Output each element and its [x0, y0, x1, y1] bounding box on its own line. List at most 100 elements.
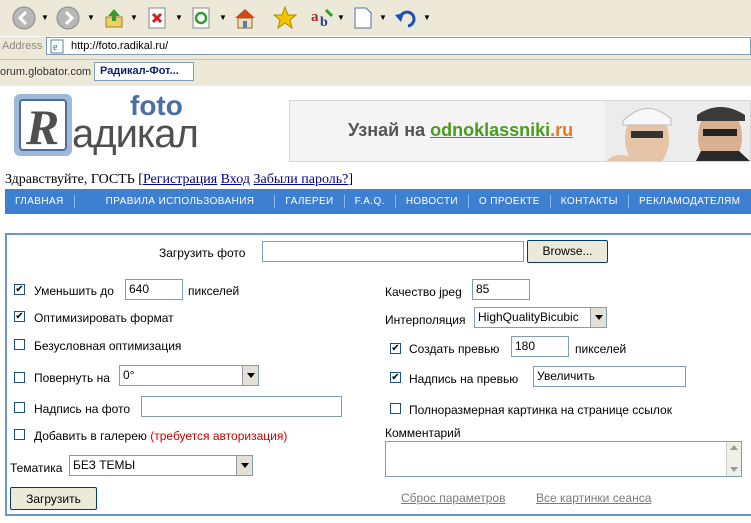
login-link[interactable]: Вход	[221, 172, 250, 187]
submit-upload-button[interactable]: Загрузить	[10, 487, 97, 510]
nav-item-about[interactable]: О ПРОЕКТЕ	[469, 195, 551, 208]
nav-item-home[interactable]: ГЛАВНАЯ	[5, 195, 75, 208]
browse-button[interactable]: Browse...	[527, 240, 608, 263]
preview-caption-label: Надпись на превью	[409, 372, 519, 386]
preview-caption-checkbox[interactable]: ✔	[390, 372, 401, 383]
add-gallery-label: Добавить в галерею (требуется авторизаци…	[34, 429, 287, 443]
undo-button[interactable]	[392, 4, 420, 32]
banner-people-image	[605, 101, 750, 161]
nav-item-contacts[interactable]: КОНТАКТЫ	[551, 195, 629, 208]
caption-input[interactable]	[141, 396, 342, 417]
comment-textarea[interactable]	[385, 441, 742, 477]
address-url[interactable]: http://foto.radikal.ru/	[71, 40, 168, 52]
reduce-label: Уменьшить до	[34, 284, 114, 298]
chevron-down-icon[interactable]	[236, 456, 252, 475]
all-images-link[interactable]: Все картинки сеанса	[536, 491, 651, 505]
forward-arrow-icon	[56, 6, 80, 30]
chevron-down-icon[interactable]: ▼	[130, 13, 138, 22]
reduce-size-input[interactable]: 640	[125, 279, 183, 300]
nav-item-faq[interactable]: F.A.Q.	[345, 195, 396, 208]
site-logo[interactable]: R foto адикал	[12, 90, 208, 162]
add-gallery-checkbox[interactable]	[14, 429, 25, 440]
forgot-password-link[interactable]: Забыли пароль?	[254, 172, 349, 187]
greeting-text: Здравствуйте, ГОСТЬ	[5, 172, 135, 187]
logo-letter: R	[26, 99, 60, 155]
up-folder-button[interactable]	[100, 4, 128, 32]
theme-select[interactable]: БЕЗ ТЕМЫ	[69, 455, 253, 476]
banner-link-a: odnoklassniki	[430, 120, 551, 140]
upload-label: Загрузить фото	[159, 246, 246, 260]
bracket-close: ]	[348, 172, 354, 187]
caption-label: Надпись на фото	[34, 402, 131, 416]
chevron-down-icon[interactable]	[242, 366, 258, 385]
favorites-button[interactable]	[271, 4, 299, 32]
tab-radikal[interactable]: Радикал-Фот...	[94, 62, 194, 81]
rotate-select-value: 0°	[123, 368, 135, 382]
up-arrow-icon	[105, 9, 123, 28]
svg-text:a: a	[311, 9, 319, 25]
jpeg-quality-input[interactable]: 85	[472, 279, 530, 300]
browser-toolbar: ▼ ▼ ▼ ▼ ▼ ab ▼ ▼ ▼	[0, 0, 751, 36]
stop-button[interactable]	[144, 4, 172, 32]
file-path-input[interactable]	[262, 241, 524, 262]
back-arrow-icon	[12, 6, 36, 30]
nav-item-galleries[interactable]: ГАЛЕРЕИ	[275, 195, 345, 208]
preview-checkbox[interactable]: ✔	[390, 343, 401, 354]
chevron-down-icon[interactable]: ▼	[219, 13, 227, 22]
spellcheck-button[interactable]: ab	[309, 4, 337, 32]
ad-banner[interactable]: Узнай на odnoklassniki.ru	[289, 100, 751, 162]
chevron-down-icon[interactable]: ▼	[423, 13, 431, 22]
interpolation-select-value: HighQualityBicubic	[478, 310, 579, 324]
nav-item-news[interactable]: НОВОСТИ	[396, 195, 469, 208]
register-link[interactable]: Регистрация	[143, 172, 217, 187]
unconditional-checkbox[interactable]	[14, 339, 25, 350]
jpeg-quality-label: Качество jpeg	[385, 285, 462, 299]
banner-link[interactable]: odnoklassniki.ru	[430, 120, 573, 140]
rotate-select[interactable]: 0°	[119, 365, 259, 386]
logo-wordmark: адикал	[72, 112, 199, 156]
interpolation-label: Интерполяция	[385, 313, 466, 327]
scroll-up-icon[interactable]	[730, 445, 738, 450]
forward-button[interactable]	[54, 4, 82, 32]
unconditional-label: Безусловная оптимизация	[34, 339, 182, 353]
refresh-icon	[192, 7, 210, 29]
nav-item-advertisers[interactable]: РЕКЛАМОДАТЕЛЯМ	[629, 195, 750, 208]
fullsize-label: Полноразмерная картинка на странице ссыл…	[409, 403, 672, 417]
scroll-down-icon[interactable]	[730, 467, 738, 472]
address-label: Address	[2, 40, 43, 52]
comment-label: Комментарий	[385, 426, 461, 440]
svg-text:b: b	[320, 15, 328, 30]
preview-size-input[interactable]: 180	[511, 336, 569, 357]
theme-label: Тематика	[10, 461, 63, 475]
theme-select-value: БЕЗ ТЕМЫ	[73, 458, 136, 472]
links-bar-text[interactable]: orum.globator.com :	[0, 66, 97, 78]
page-button[interactable]	[350, 4, 376, 32]
back-button[interactable]	[10, 4, 38, 32]
chevron-down-icon[interactable]: ▼	[379, 13, 387, 22]
comment-scrollbar[interactable]	[726, 442, 741, 476]
chevron-down-icon[interactable]: ▼	[337, 13, 345, 22]
interpolation-select[interactable]: HighQualityBicubic	[474, 307, 607, 328]
nav-item-rules[interactable]: ПРАВИЛА ИСПОЛЬЗОВАНИЯ	[75, 195, 276, 208]
spellcheck-icon: ab	[311, 8, 334, 30]
star-icon	[273, 6, 297, 30]
preview-label: Создать превью	[409, 342, 500, 356]
home-button[interactable]	[231, 4, 259, 32]
chevron-down-icon[interactable]: ▼	[41, 13, 49, 22]
preview-caption-input[interactable]: Увеличить	[533, 366, 686, 387]
refresh-button[interactable]	[188, 4, 216, 32]
reset-params-link[interactable]: Сброс параметров	[401, 491, 505, 505]
reduce-checkbox[interactable]: ✔	[14, 284, 25, 295]
fullsize-checkbox[interactable]	[390, 403, 401, 414]
chevron-down-icon[interactable]	[590, 308, 606, 327]
optimize-format-checkbox[interactable]: ✔	[14, 311, 25, 322]
main-nav: ГЛАВНАЯ ПРАВИЛА ИСПОЛЬЗОВАНИЯ ГАЛЕРЕИ F.…	[5, 189, 751, 214]
chevron-down-icon[interactable]: ▼	[87, 13, 95, 22]
caption-checkbox[interactable]	[14, 402, 25, 413]
rotate-checkbox[interactable]	[14, 372, 25, 383]
greeting-line: Здравствуйте, ГОСТЬ [Регистрация Вход За…	[5, 172, 353, 188]
add-gallery-text: Добавить в галерею	[34, 429, 147, 443]
optimize-format-label: Оптимизировать формат	[34, 311, 174, 325]
banner-text: Узнай на	[348, 120, 431, 140]
chevron-down-icon[interactable]: ▼	[175, 13, 183, 22]
